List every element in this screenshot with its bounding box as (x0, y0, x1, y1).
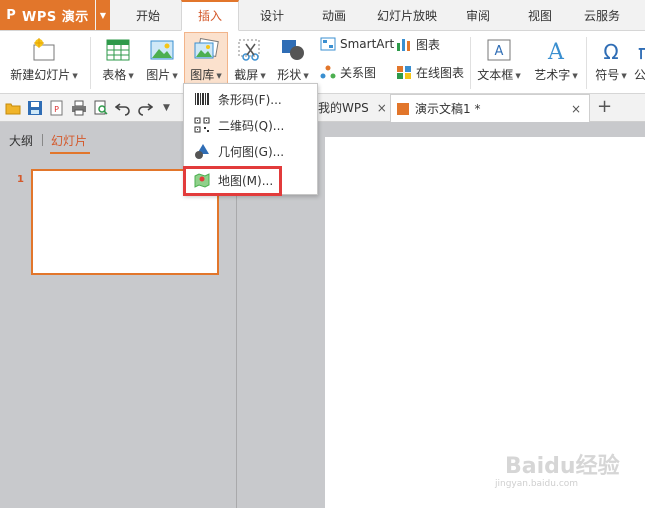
shapes-label: 形状 (277, 68, 302, 82)
active-tab-underline (50, 152, 90, 154)
smartart-icon (320, 37, 336, 51)
tab-design[interactable]: 设计 (246, 0, 298, 31)
relation-chart-label: 关系图 (340, 65, 377, 80)
tab-my-wps[interactable]: 我的WPS × (318, 94, 388, 122)
relation-chart-button[interactable]: 关系图 (320, 63, 376, 81)
svg-text:π: π (638, 40, 645, 62)
formula-button[interactable]: π 公 (634, 33, 645, 89)
outline-tab[interactable]: 大纲 (9, 132, 33, 149)
relation-chart-icon (320, 65, 336, 79)
menu-item-label: 二维码(Q)... (218, 118, 285, 133)
wordart-label: 艺术字 (534, 68, 571, 82)
gallery-button[interactable]: 图库 ▼ (184, 32, 228, 85)
close-icon[interactable]: × (377, 101, 387, 115)
picture-label: 图片 (146, 68, 171, 82)
picture-button[interactable]: 图片 ▼ (142, 33, 182, 89)
svg-text:Ω: Ω (603, 40, 618, 62)
menu-item-qrcode[interactable]: 二维码(Q)... (188, 113, 316, 137)
bar-chart-icon (396, 37, 412, 51)
geometry-icon (194, 143, 210, 159)
textbox-icon: A (486, 38, 512, 62)
tab-home[interactable]: 开始 (122, 0, 174, 31)
ribbon-tab-bar: P WPS 演示 ▼ 开始 插入 设计 动画 幻灯片放映 审阅 视图 云服务 (0, 0, 645, 31)
svg-text:A: A (495, 44, 504, 59)
menu-item-geometry[interactable]: 几何图(G)... (188, 139, 316, 163)
smartart-label: SmartArt (340, 37, 395, 51)
online-chart-icon (396, 65, 412, 79)
picture-icon (149, 38, 175, 62)
save-icon[interactable] (27, 100, 43, 116)
wps-logo-icon: P (6, 7, 16, 23)
ribbon-panel: 新建幻灯片 ▼ 表格 ▼ 图片 ▼ 图库 ▼ 截屏 ▼ 形状 ▼ SmartAr… (0, 31, 645, 94)
tab-insert[interactable]: 插入 (181, 0, 239, 31)
document-tab-label: 演示文稿1 * (415, 102, 481, 116)
textbox-button[interactable]: A 文本框 ▼ (476, 33, 522, 89)
quick-access-bar: P ▼ 我的WPS × 演示文稿1 * × + (0, 94, 645, 122)
symbol-button[interactable]: Ω 符号 ▼ (591, 33, 631, 89)
new-slide-button[interactable]: 新建幻灯片 ▼ (6, 33, 82, 89)
textbox-label: 文本框 (477, 68, 514, 82)
tab-slideshow[interactable]: 幻灯片放映 (368, 0, 446, 31)
online-chart-button[interactable]: 在线图表 (396, 63, 464, 81)
map-item-highlight (183, 166, 282, 196)
tab-cloud[interactable]: 云服务 (576, 0, 628, 31)
tab-view[interactable]: 视图 (514, 0, 566, 31)
app-name: WPS 演示 (22, 9, 89, 25)
formula-label: 公 (634, 68, 645, 82)
print-preview-icon[interactable] (93, 100, 109, 116)
chart-label: 图表 (416, 37, 441, 52)
svg-text:P: P (54, 105, 59, 114)
table-icon (105, 38, 131, 62)
undo-icon[interactable] (114, 100, 131, 116)
new-tab-plus-icon[interactable]: + (597, 96, 612, 117)
screenshot-label: 截屏 (234, 68, 259, 82)
gallery-label: 图库 (190, 68, 215, 82)
slide-number: 1 (17, 174, 24, 185)
new-slide-icon (31, 38, 57, 62)
barcode-icon (194, 91, 210, 107)
pi-icon: π (634, 38, 645, 64)
watermark-url: jingyan.baidu.com (495, 479, 579, 489)
table-button[interactable]: 表格 ▼ (98, 33, 138, 89)
quick-access-dropdown-icon[interactable]: ▼ (163, 103, 179, 119)
slides-tab[interactable]: 幻灯片 (51, 132, 87, 149)
tab-document[interactable]: 演示文稿1 * × (390, 94, 590, 122)
omega-icon: Ω (598, 38, 624, 64)
gallery-icon (193, 37, 219, 62)
table-label: 表格 (102, 68, 127, 82)
chart-button[interactable]: 图表 (396, 35, 440, 53)
ribbon-divider (586, 37, 587, 89)
wordart-button[interactable]: A 艺术字 ▼ (530, 33, 582, 89)
presentation-file-icon (397, 103, 409, 115)
print-icon[interactable] (71, 100, 87, 116)
export-pdf-icon[interactable]: P (49, 100, 65, 116)
menu-item-label: 条形码(F)... (218, 92, 282, 107)
smartart-button[interactable]: SmartArt (320, 35, 394, 53)
screenshot-button[interactable]: 截屏 ▼ (231, 33, 269, 89)
tab-review[interactable]: 审阅 (454, 0, 502, 31)
wordart-icon: A (543, 38, 569, 65)
my-wps-label: 我的WPS (318, 101, 369, 115)
shapes-icon (280, 38, 306, 62)
ribbon-divider (470, 37, 471, 89)
qrcode-icon (194, 117, 210, 133)
symbol-label: 符号 (595, 68, 620, 82)
online-chart-label: 在线图表 (416, 65, 465, 80)
menu-item-barcode[interactable]: 条形码(F)... (188, 87, 316, 111)
app-dropdown-arrow-icon[interactable]: ▼ (96, 0, 110, 30)
close-icon[interactable]: × (571, 95, 581, 123)
ribbon-divider (90, 37, 91, 89)
scissors-icon (237, 38, 263, 62)
app-menu-button[interactable]: P WPS 演示 (0, 0, 95, 30)
panel-tab-divider (42, 134, 43, 146)
watermark-text: Baidu经验 (505, 454, 620, 479)
open-folder-icon[interactable] (5, 100, 21, 116)
shapes-button[interactable]: 形状 ▼ (273, 33, 313, 89)
redo-icon[interactable] (137, 100, 154, 116)
new-slide-label: 新建幻灯片 (10, 68, 71, 82)
tab-animation[interactable]: 动画 (308, 0, 360, 31)
svg-text:A: A (547, 40, 565, 62)
menu-item-label: 几何图(G)... (218, 144, 285, 159)
